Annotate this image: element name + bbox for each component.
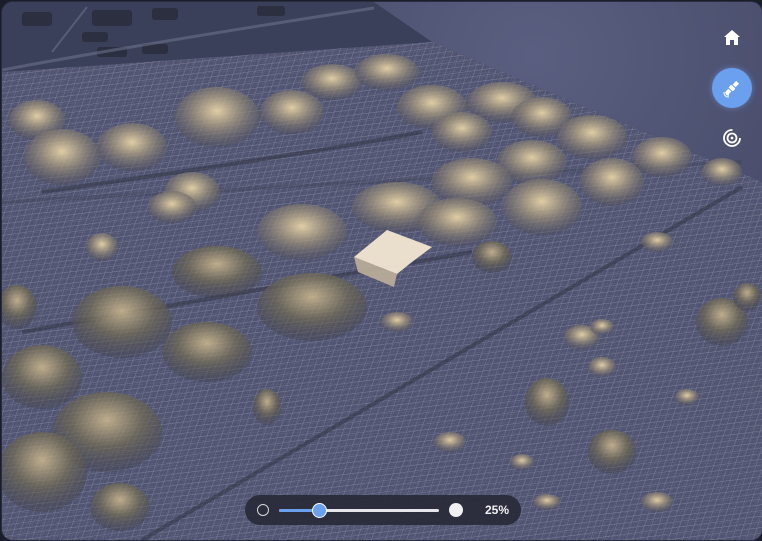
terrain-mesh-view[interactable] (2, 2, 762, 540)
max-opacity-icon[interactable] (449, 503, 463, 517)
terrain-detail-mesh (2, 42, 762, 540)
opacity-percent-label: 25% (484, 503, 509, 517)
home-button[interactable] (712, 18, 752, 58)
radar-button[interactable] (712, 118, 752, 158)
opacity-slider-track[interactable] (279, 502, 439, 518)
home-icon (724, 30, 740, 45)
satellite-view-button[interactable] (712, 68, 752, 108)
opacity-slider-bar: 25% (245, 495, 521, 525)
min-opacity-icon[interactable] (257, 504, 269, 516)
map-viewport[interactable]: 25% (1, 1, 762, 541)
opacity-slider-thumb[interactable] (312, 502, 327, 518)
satellite-icon (723, 80, 740, 98)
radar-icon (723, 129, 741, 147)
map-controls (712, 18, 752, 158)
